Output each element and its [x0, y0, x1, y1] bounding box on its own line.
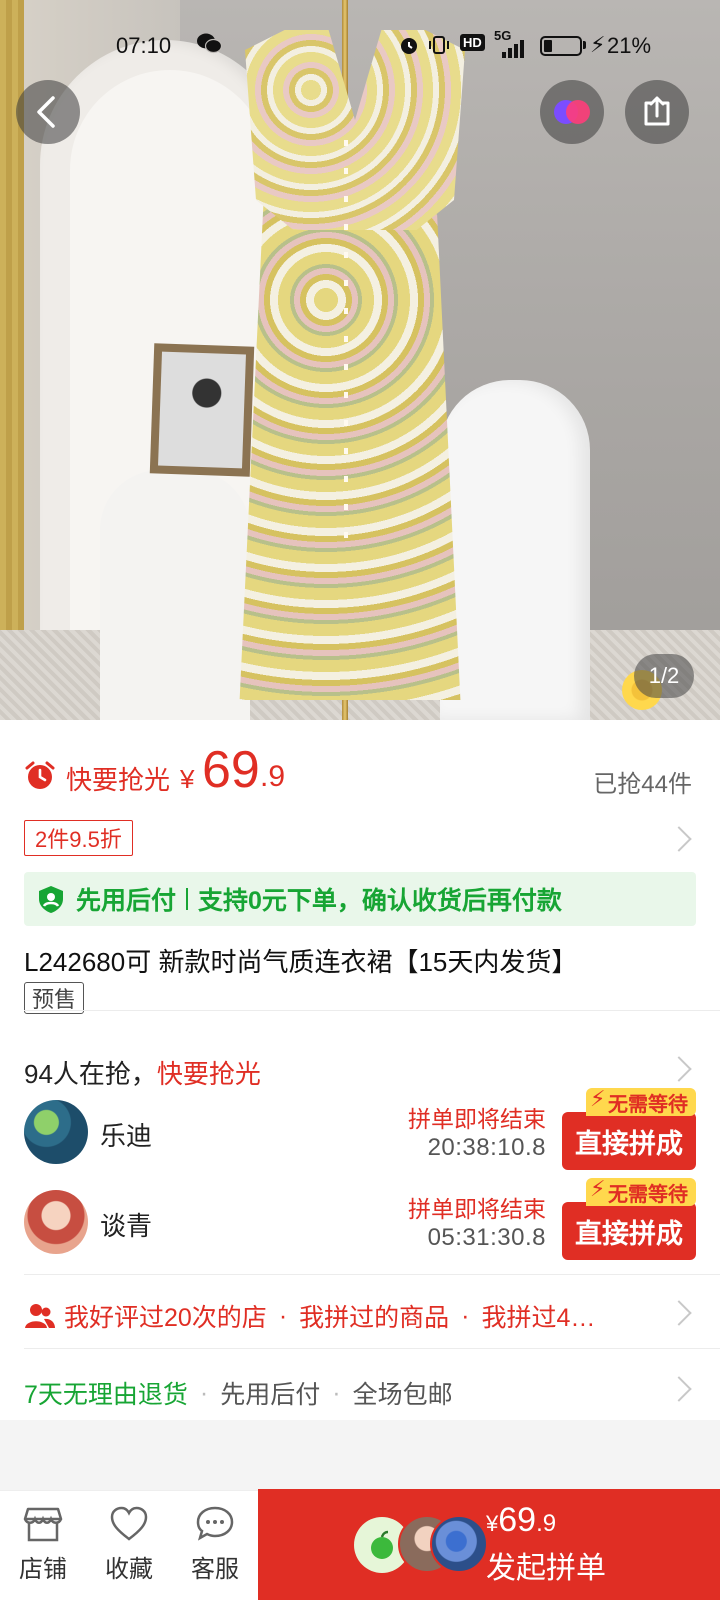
bolt-icon: ⚡: [590, 1176, 606, 1201]
favorite-tab[interactable]: 收藏: [86, 1491, 172, 1600]
group-status: 拼单即将结束: [408, 1106, 546, 1132]
hd-badge: HD: [460, 34, 485, 51]
divider: [24, 1348, 720, 1349]
group-timer: 20:38:10.8: [427, 1134, 546, 1161]
join-group-button[interactable]: 直接拼成 ⚡ 无需等待: [562, 1176, 696, 1260]
group-timer: 05:31:30.8: [427, 1224, 546, 1251]
charging-icon: ⚡: [590, 32, 606, 57]
store-label: 店铺: [19, 1556, 67, 1583]
group-status: 拼单即将结束: [408, 1196, 546, 1222]
service-item: 7天无理由退货: [24, 1381, 188, 1409]
vibrate-icon: [429, 36, 449, 54]
dress-buttons: [344, 140, 348, 560]
join-group-button[interactable]: 直接拼成 ⚡ 无需等待: [562, 1086, 696, 1170]
no-wait-label: 无需等待: [608, 1093, 688, 1116]
product-image[interactable]: [0, 0, 720, 720]
alarm-status-icon: [401, 38, 417, 54]
group-buy-hot: 快要抢光: [156, 1059, 261, 1089]
store-icon: [23, 1507, 63, 1542]
product-title: L242680可 新款时尚气质连衣裙【15天内发货】: [24, 947, 578, 977]
cta-label: 发起拼单: [486, 1552, 606, 1585]
group-buy-count: 94人在抢，: [24, 1059, 157, 1089]
customer-service-label: 客服: [191, 1556, 239, 1583]
pay-after-banner[interactable]: 先用后付 支持0元下单，确认收货后再付款: [24, 872, 696, 926]
price-decimal: .9: [260, 760, 286, 793]
chevron-right-icon[interactable]: [666, 826, 692, 852]
review-tag: 我拼过4…: [481, 1304, 596, 1332]
signal-icon: [502, 40, 524, 58]
group-leader-name: 乐迪: [100, 1121, 153, 1151]
cta-price-decimal: .9: [536, 1510, 557, 1537]
cta-price: ¥69.9: [486, 1501, 556, 1540]
discount-tag[interactable]: 2件9.5折: [24, 820, 133, 856]
share-icon: [644, 96, 670, 126]
chevron-right-icon[interactable]: [666, 1056, 692, 1082]
apple-icon: [371, 1530, 393, 1559]
service-item: 先用后付: [220, 1381, 321, 1409]
separator-dot: ·: [461, 1301, 470, 1330]
back-arrow-icon: [37, 96, 55, 128]
group-row: 乐迪 拼单即将结束 20:38:10.8 直接拼成 ⚡ 无需等待: [24, 1086, 696, 1170]
review-tag: 我拼过的商品: [299, 1304, 450, 1332]
alarm-clock-icon: [25, 761, 55, 789]
price-currency: ¥: [180, 764, 195, 794]
no-wait-label: 无需等待: [608, 1183, 688, 1206]
divider: [24, 1010, 720, 1011]
bolt-icon: ⚡: [590, 1086, 606, 1111]
photo-picture-frame: [149, 343, 255, 477]
photo-pedestal-left: [100, 470, 250, 720]
review-tags-row[interactable]: 我好评过20次的店 · 我拼过的商品 · 我拼过4…: [24, 1298, 595, 1334]
participant-avatar: [430, 1515, 488, 1573]
no-wait-tag: ⚡ 无需等待: [586, 1086, 696, 1116]
pay-after-shield-icon: [39, 886, 63, 913]
battery-icon: [540, 36, 582, 56]
no-wait-tag: ⚡ 无需等待: [586, 1176, 696, 1206]
start-group-buy-button[interactable]: ¥69.9 发起拼单: [258, 1489, 720, 1600]
separator-dot: ·: [332, 1378, 341, 1407]
mini-program-button[interactable]: [540, 80, 604, 144]
urgency-label: 快要抢光: [66, 765, 171, 795]
chevron-right-icon[interactable]: [666, 1376, 692, 1402]
pay-after-separator: [186, 888, 189, 910]
customer-service-tab[interactable]: 客服: [172, 1491, 258, 1600]
wechat-icon: [197, 33, 222, 54]
cta-price-integer: 69: [498, 1501, 537, 1539]
cta-currency: ¥: [486, 1511, 499, 1536]
chevron-right-icon[interactable]: [666, 1300, 692, 1326]
pay-after-label: 先用后付: [76, 887, 177, 915]
separator-dot: ·: [199, 1378, 209, 1407]
group-leader-name: 谈青: [100, 1211, 153, 1241]
join-group-label: 直接拼成: [562, 1202, 696, 1260]
group-row: 谈青 拼单即将结束 05:31:30.8 直接拼成 ⚡ 无需等待: [24, 1176, 696, 1260]
image-counter: 1/2: [634, 654, 694, 698]
dress-skirt: [239, 200, 461, 700]
share-button[interactable]: [625, 80, 689, 144]
store-tab[interactable]: 店铺: [0, 1491, 86, 1600]
pay-after-desc: 支持0元下单，确认收货后再付款: [198, 887, 562, 915]
divider: [24, 1274, 720, 1275]
service-promises-row[interactable]: 7天无理由退货 · 先用后付 · 全场包邮: [24, 1375, 453, 1411]
price-integer: 69: [202, 741, 260, 799]
photo-pedestal-right: [440, 380, 590, 720]
avatar: [24, 1100, 88, 1164]
back-button[interactable]: [16, 80, 80, 144]
sold-count: 已抢44件: [593, 771, 692, 798]
product-info-card: 快要抢光 ¥ 69 .9 已抢44件 2件9.5折 先用后付 支持0元下单，确认…: [0, 720, 720, 1420]
join-group-label: 直接拼成: [562, 1112, 696, 1170]
favorite-label: 收藏: [105, 1556, 153, 1583]
review-tag: 我好评过20次的店: [64, 1304, 267, 1332]
avatar: [24, 1190, 88, 1254]
battery-percent: 21%: [607, 33, 652, 58]
status-time: 07:10: [116, 33, 172, 58]
separator-dot: ·: [278, 1301, 288, 1330]
mini-program-icon: [554, 100, 590, 124]
chat-icon: [196, 1506, 234, 1541]
battery-tip: [583, 41, 586, 49]
service-item: 全场包邮: [352, 1381, 453, 1409]
people-icon: [25, 1304, 55, 1328]
bottom-action-bar: 店铺 收藏 客服 ¥69.9 发起拼单: [0, 1489, 720, 1600]
heart-icon: [110, 1506, 148, 1541]
status-bar: 07:10 HD 5G ⚡ 21%: [0, 28, 720, 64]
group-buy-summary[interactable]: 94人在抢，快要抢光: [24, 1054, 261, 1091]
